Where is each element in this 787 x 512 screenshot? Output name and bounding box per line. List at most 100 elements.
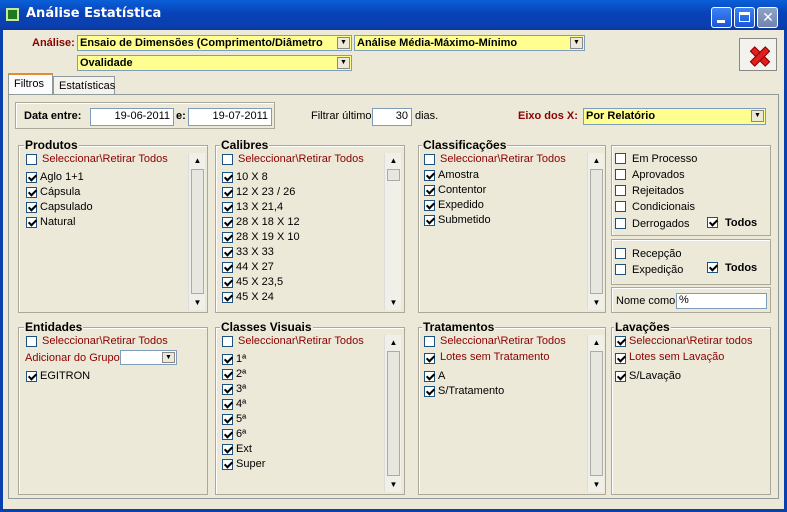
produtos-select-all-checkbox[interactable] (26, 154, 37, 165)
entidades-title: Entidades (24, 320, 84, 334)
calibre-checkbox[interactable] (222, 172, 233, 183)
classe-checkbox[interactable] (222, 354, 233, 365)
scroll-down-icon[interactable]: ▼ (589, 295, 604, 310)
estado-checkbox[interactable] (615, 153, 626, 164)
scroll-thumb[interactable] (387, 351, 400, 476)
scroll-down-icon[interactable]: ▼ (589, 477, 604, 492)
tratamento-checkbox[interactable] (424, 371, 435, 382)
calibre-checkbox[interactable] (222, 187, 233, 198)
lavacao-checkbox[interactable] (615, 371, 626, 382)
chevron-down-icon[interactable]: ▼ (337, 57, 350, 69)
classe-checkbox[interactable] (222, 459, 233, 470)
maximize-button[interactable] (734, 7, 755, 28)
scroll-up-icon[interactable]: ▲ (589, 153, 604, 168)
estado-checkbox[interactable] (615, 218, 626, 229)
date-to-field[interactable]: 19-07-2011 (188, 108, 272, 126)
grupo-combo[interactable]: ▼ (120, 350, 177, 365)
filter-days-field[interactable]: 30 (372, 108, 412, 126)
date-from-field[interactable]: 19-06-2011 (90, 108, 174, 126)
lavacao-label: S/Lavação (629, 370, 681, 382)
produto-label: Cápsula (40, 186, 81, 198)
analise-variable-combo[interactable]: Ovalidade ▼ (77, 55, 352, 71)
calibre-checkbox[interactable] (222, 247, 233, 258)
scroll-up-icon[interactable]: ▲ (386, 335, 401, 350)
classificacao-checkbox[interactable] (424, 200, 435, 211)
classes-select-all-checkbox[interactable] (222, 336, 233, 347)
tab-filtros[interactable]: Filtros (8, 73, 53, 95)
estado-checkbox[interactable] (615, 185, 626, 196)
classe-checkbox[interactable] (222, 369, 233, 380)
classificacao-checkbox[interactable] (424, 170, 435, 181)
estado-label: Aprovados (632, 169, 685, 181)
tratamento-checkbox[interactable] (424, 386, 435, 397)
classificacoes-select-all-checkbox[interactable] (424, 154, 435, 165)
scroll-up-icon[interactable]: ▲ (589, 335, 604, 350)
classes-select-all-label: Seleccionar\Retirar Todos (238, 335, 364, 347)
calibre-checkbox[interactable] (222, 202, 233, 213)
produto-checkbox[interactable] (26, 217, 37, 228)
scroll-thumb[interactable] (590, 169, 603, 294)
movimento-checkbox[interactable] (615, 264, 626, 275)
scroll-down-icon[interactable]: ▼ (386, 295, 401, 310)
movimento-checkbox[interactable] (615, 248, 626, 259)
scroll-down-icon[interactable]: ▼ (386, 477, 401, 492)
calibre-label: 28 X 19 X 10 (236, 231, 300, 243)
estado-label: Condicionais (632, 201, 695, 213)
scroll-down-icon[interactable]: ▼ (190, 295, 205, 310)
close-analysis-button[interactable] (739, 38, 777, 71)
chevron-down-icon[interactable]: ▼ (162, 352, 175, 363)
produtos-scrollbar[interactable]: ▲ ▼ (188, 153, 205, 310)
x-axis-combo[interactable]: Por Relatório ▼ (583, 108, 766, 125)
classe-checkbox[interactable] (222, 399, 233, 410)
entidades-select-all-checkbox[interactable] (26, 336, 37, 347)
minimize-button[interactable] (711, 7, 732, 28)
estados-todos-checkbox[interactable] (707, 217, 718, 228)
calibre-checkbox[interactable] (222, 217, 233, 228)
scroll-up-icon[interactable]: ▲ (190, 153, 205, 168)
calibre-checkbox[interactable] (222, 292, 233, 303)
chevron-down-icon[interactable]: ▼ (337, 37, 350, 49)
tratamentos-scrollbar[interactable]: ▲ ▼ (587, 335, 604, 492)
chevron-down-icon[interactable]: ▼ (570, 37, 583, 49)
calibres-select-all-checkbox[interactable] (222, 154, 233, 165)
classificacoes-title: Classificações (422, 138, 508, 152)
scroll-thumb[interactable] (191, 169, 204, 294)
analise-type-value: Ensaio de Dimensões (Comprimento/Diâmetr… (80, 37, 323, 49)
analise-type-combo[interactable]: Ensaio de Dimensões (Comprimento/Diâmetr… (77, 35, 352, 51)
tratamentos-select-all-checkbox[interactable] (424, 336, 435, 347)
movimento-todos-checkbox[interactable] (707, 262, 718, 273)
scroll-thumb[interactable] (387, 169, 400, 181)
tab-estatisticas[interactable]: Estatísticas (53, 76, 115, 96)
lavacoes-select-all-checkbox[interactable] (615, 336, 626, 347)
lotes-sem-tratamento-checkbox[interactable] (424, 353, 435, 364)
lotes-sem-lavacao-checkbox[interactable] (615, 353, 626, 364)
analise-method-combo[interactable]: Análise Média-Máximo-Mínimo ▼ (354, 35, 585, 51)
classificacao-checkbox[interactable] (424, 185, 435, 196)
calibre-checkbox[interactable] (222, 277, 233, 288)
classificacao-checkbox[interactable] (424, 215, 435, 226)
calibre-checkbox[interactable] (222, 262, 233, 273)
classes-scrollbar[interactable]: ▲ ▼ (384, 335, 401, 492)
nome-como-field[interactable]: % (676, 293, 767, 309)
classe-checkbox[interactable] (222, 384, 233, 395)
estado-label: Em Processo (632, 153, 698, 165)
estado-checkbox[interactable] (615, 169, 626, 180)
tratamento-label: S/Tratamento (438, 385, 505, 397)
movimento-todos-label: Todos (725, 262, 758, 274)
classe-checkbox[interactable] (222, 444, 233, 455)
calibres-scrollbar[interactable]: ▲ ▼ (384, 153, 401, 310)
calibre-checkbox[interactable] (222, 232, 233, 243)
classe-checkbox[interactable] (222, 414, 233, 425)
classificacoes-scrollbar[interactable]: ▲ ▼ (587, 153, 604, 310)
produto-checkbox[interactable] (26, 202, 37, 213)
entidade-checkbox[interactable] (26, 371, 37, 382)
scroll-thumb[interactable] (590, 351, 603, 476)
scroll-up-icon[interactable]: ▲ (386, 153, 401, 168)
chevron-down-icon[interactable]: ▼ (751, 110, 764, 122)
produto-checkbox[interactable] (26, 187, 37, 198)
classe-label: Super (236, 458, 266, 470)
estado-checkbox[interactable] (615, 201, 626, 212)
classe-checkbox[interactable] (222, 429, 233, 440)
close-window-button[interactable]: ✕ (757, 7, 778, 28)
produto-checkbox[interactable] (26, 172, 37, 183)
